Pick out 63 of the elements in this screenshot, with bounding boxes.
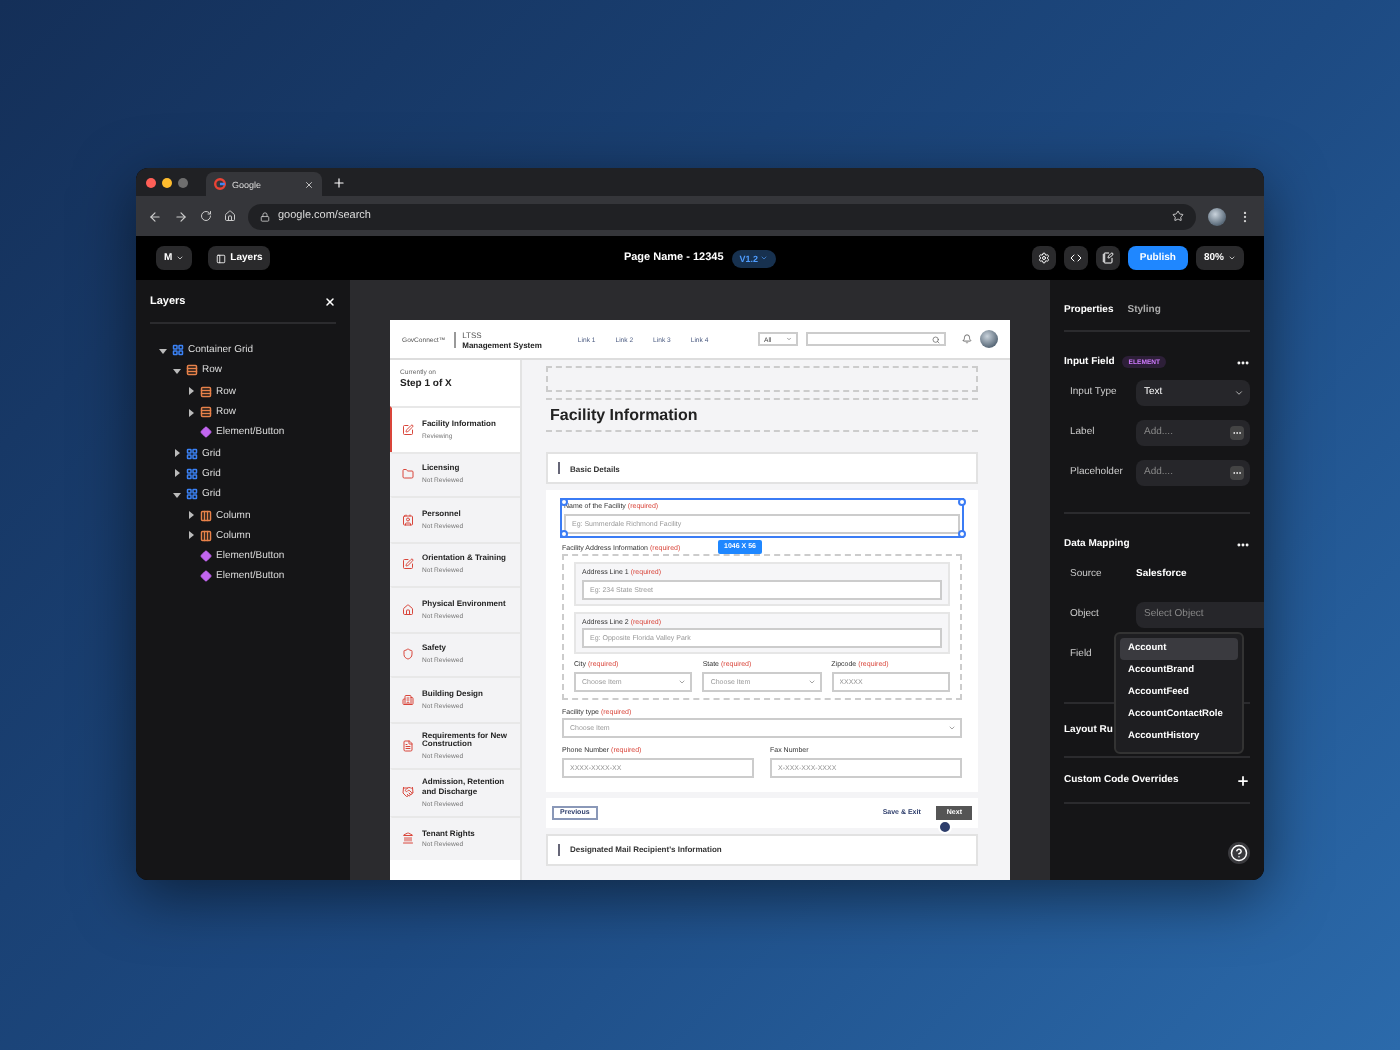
forward-icon[interactable]	[174, 209, 188, 223]
landmark-icon	[402, 832, 414, 845]
caret-icon[interactable]	[186, 510, 196, 521]
notes-button[interactable]	[1095, 246, 1120, 270]
caret-icon[interactable]	[186, 386, 196, 397]
add-button[interactable]	[1236, 773, 1250, 787]
caret-icon[interactable]	[172, 489, 182, 500]
resize-handle[interactable]	[559, 497, 567, 505]
house-icon	[402, 603, 414, 616]
rows-icon	[186, 364, 198, 377]
star-icon[interactable]	[1172, 210, 1184, 222]
caret-icon[interactable]	[172, 448, 182, 459]
caret-icon[interactable]	[186, 407, 196, 418]
avatar[interactable]	[980, 330, 998, 348]
panel-icon	[216, 253, 227, 263]
grid-icon	[186, 447, 198, 460]
reload-icon[interactable]	[200, 210, 212, 222]
minimize-dot[interactable]	[162, 177, 172, 187]
code-icon	[1069, 252, 1082, 264]
settings-button[interactable]	[1031, 246, 1056, 270]
form-title: Facility Information	[546, 398, 978, 432]
chevron-down-icon	[1234, 387, 1244, 397]
resize-handle[interactable]	[559, 530, 567, 538]
lock-icon	[260, 211, 270, 221]
circle-logo-icon	[214, 178, 226, 190]
bell-icon[interactable]	[962, 334, 972, 344]
grid-icon	[186, 467, 198, 480]
columns-icon	[200, 509, 212, 522]
pencil-square-icon	[402, 558, 414, 571]
id-card-icon	[402, 513, 414, 526]
close-dot[interactable]	[146, 177, 156, 187]
zoom-dot[interactable]	[178, 177, 188, 187]
settings-icon	[1037, 252, 1050, 264]
resize-handle[interactable]	[957, 497, 965, 505]
resize-handle[interactable]	[957, 530, 965, 538]
comment-dot-icon[interactable]	[938, 820, 953, 834]
search-icon	[932, 335, 940, 343]
plus-icon	[1236, 773, 1250, 787]
back-icon[interactable]	[148, 209, 162, 223]
diamond-icon	[200, 426, 212, 439]
code-button[interactable]	[1063, 246, 1088, 270]
folder-icon	[402, 468, 414, 481]
help-button[interactable]	[1228, 842, 1250, 864]
rows-icon	[200, 406, 212, 419]
handshake-icon	[402, 786, 414, 799]
caret-icon[interactable]	[172, 365, 182, 376]
grid-icon	[172, 344, 184, 357]
caret-icon[interactable]	[186, 530, 196, 541]
notebook-icon	[1101, 252, 1114, 264]
new-tab-icon[interactable]	[332, 175, 346, 189]
rows-icon	[200, 385, 212, 398]
caret-icon[interactable]	[158, 345, 168, 356]
caret-icon[interactable]	[172, 468, 182, 479]
menu-icon[interactable]	[1238, 209, 1252, 223]
search-field[interactable]	[806, 332, 946, 346]
grid-icon	[186, 488, 198, 501]
shield-icon	[402, 648, 414, 661]
avatar[interactable]	[1208, 207, 1226, 225]
pencil-square-icon	[402, 423, 414, 436]
document-icon	[402, 739, 414, 752]
home-icon[interactable]	[224, 210, 236, 222]
columns-icon	[200, 529, 212, 542]
building-icon	[402, 693, 414, 706]
